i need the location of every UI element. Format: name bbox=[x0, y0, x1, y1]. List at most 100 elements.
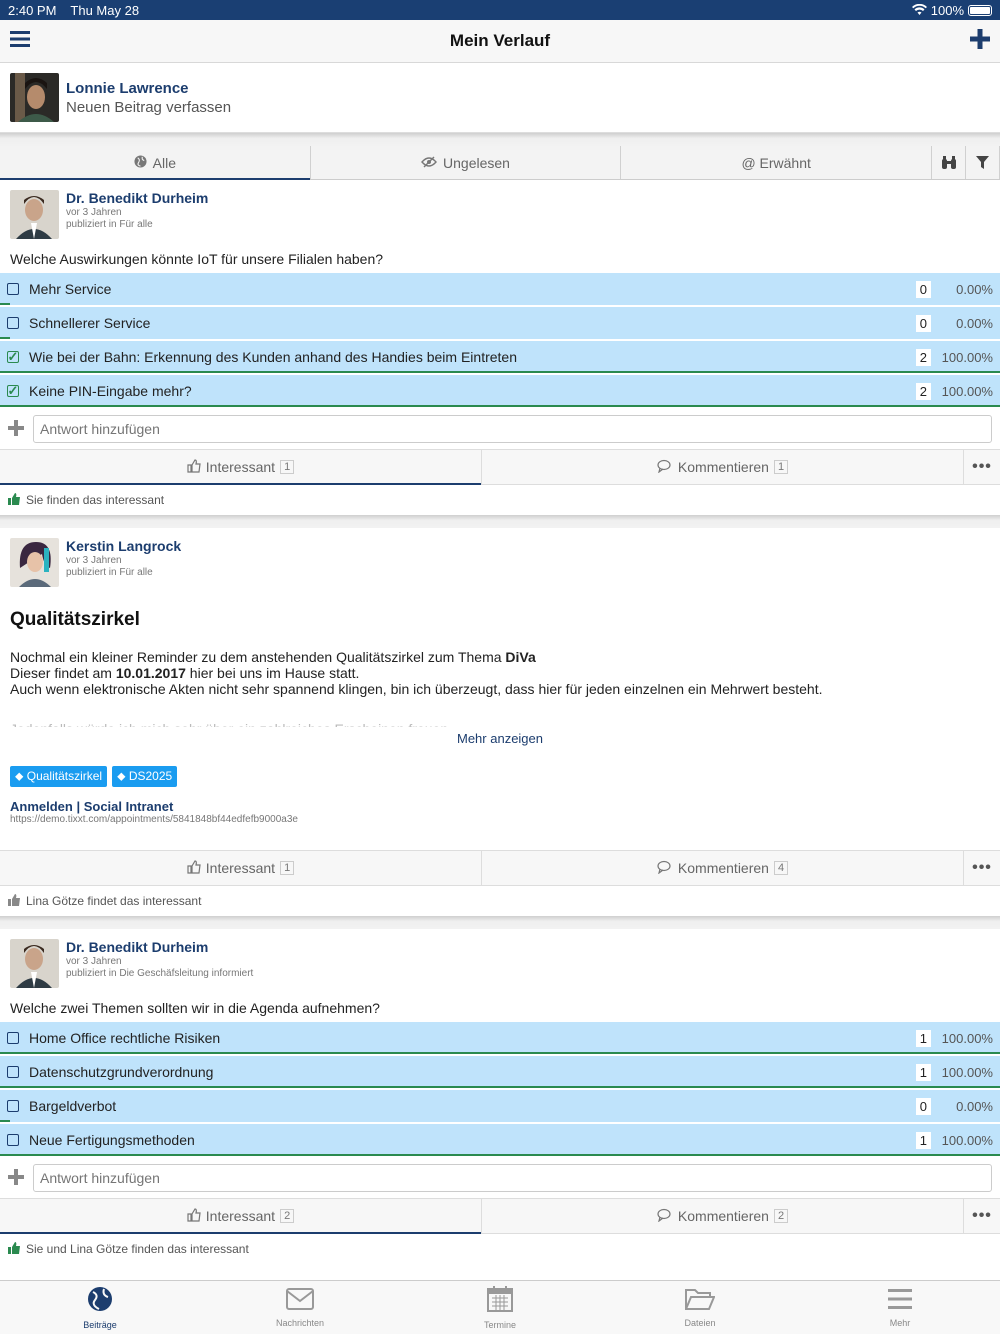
comment-count: 2 bbox=[773, 1209, 789, 1223]
status-bar: 2:40 PM Thu May 28 100% bbox=[0, 0, 1000, 20]
post-time: vor 3 Jahren bbox=[66, 555, 122, 566]
add-answer-input[interactable] bbox=[33, 415, 992, 443]
poll-option-count: 2 bbox=[915, 348, 931, 366]
thumbs-up-icon bbox=[8, 492, 21, 508]
tab-beitraege[interactable]: Beiträge bbox=[0, 1281, 200, 1334]
tab-mehr[interactable]: Mehr bbox=[800, 1281, 1000, 1334]
comment-button[interactable]: Kommentieren 2 bbox=[482, 1199, 964, 1233]
filter-icon[interactable] bbox=[966, 146, 1000, 179]
checkbox-checked-icon[interactable]: ✓ bbox=[7, 383, 19, 398]
like-summary: Lina Götze findet das interessant bbox=[0, 886, 1000, 916]
thumbs-up-icon bbox=[8, 893, 21, 909]
comment-button[interactable]: Kommentieren 4 bbox=[482, 851, 964, 885]
avatar[interactable] bbox=[10, 538, 59, 587]
vote-bar bbox=[0, 1154, 1000, 1156]
tab-bar: Beiträge Nachrichten Termine Dateien Meh… bbox=[0, 1280, 1000, 1334]
vote-bar bbox=[0, 303, 10, 305]
poll-option[interactable]: Mehr Service 0 0.00% bbox=[0, 273, 1000, 305]
vote-bar bbox=[0, 337, 10, 339]
avatar bbox=[10, 73, 59, 122]
calendar-icon bbox=[487, 1285, 513, 1314]
avatar[interactable] bbox=[10, 939, 59, 988]
poll-option[interactable]: Neue Fertigungsmethoden 1 100.00% bbox=[0, 1124, 1000, 1156]
poll-question: Welche zwei Themen sollten wir in die Ag… bbox=[10, 1000, 380, 1016]
eye-slash-icon bbox=[421, 155, 437, 171]
link-title[interactable]: Anmelden | Social Intranet bbox=[10, 799, 990, 814]
tab-nachrichten[interactable]: Nachrichten bbox=[200, 1281, 400, 1334]
checkbox-icon[interactable] bbox=[7, 317, 19, 329]
interesting-count: 1 bbox=[280, 861, 295, 875]
poll-option[interactable]: Home Office rechtliche Risiken 1 100.00% bbox=[0, 1022, 1000, 1054]
link-preview[interactable]: Anmelden | Social Intranet https://demo.… bbox=[0, 799, 1000, 825]
checkbox-icon[interactable] bbox=[7, 1066, 19, 1078]
checkbox-icon[interactable] bbox=[7, 1134, 19, 1146]
filter-unread[interactable]: Ungelesen bbox=[311, 146, 622, 179]
poll-option-count: 1 bbox=[915, 1131, 931, 1149]
plus-icon[interactable] bbox=[8, 416, 33, 442]
poll-option-percent: 0.00% bbox=[956, 281, 993, 297]
checkbox-icon[interactable] bbox=[7, 1100, 19, 1112]
poll-option[interactable]: Bargeldverbot 0 0.00% bbox=[0, 1090, 1000, 1122]
post-actions: Interessant 2 Kommentieren 2 ••• bbox=[0, 1198, 1000, 1234]
poll-option-label: Mehr Service bbox=[29, 281, 112, 297]
poll-option-percent: 100.00% bbox=[941, 1132, 993, 1148]
checkbox-icon[interactable] bbox=[7, 283, 19, 295]
plus-icon[interactable] bbox=[8, 1165, 33, 1191]
more-options-button[interactable]: ••• bbox=[964, 1199, 1000, 1233]
poll-options: Mehr Service 0 0.00% Schnellerer Service 0 0.… bbox=[0, 273, 1000, 407]
interesting-button[interactable]: Interessant 2 bbox=[0, 1199, 482, 1234]
author-name[interactable]: Kerstin Langrock bbox=[66, 538, 181, 555]
vote-bar bbox=[0, 1120, 10, 1122]
poll-question: Welche Auswirkungen könnte IoT für unser… bbox=[10, 251, 384, 267]
filter-bar: Alle Ungelesen @ Erwähnt bbox=[0, 146, 1000, 180]
thumbs-up-icon bbox=[8, 1241, 21, 1257]
add-icon[interactable] bbox=[969, 28, 990, 54]
comment-count: 4 bbox=[773, 861, 789, 875]
compose-user-name[interactable]: Lonnie Lawrence bbox=[66, 80, 231, 97]
compose-prompt[interactable]: Neuen Beitrag verfassen bbox=[66, 99, 231, 116]
binoculars-icon[interactable] bbox=[932, 146, 967, 179]
thumbs-up-icon bbox=[187, 859, 201, 877]
tab-dateien[interactable]: Dateien bbox=[600, 1281, 800, 1334]
poll-option[interactable]: ✓ Keine PIN-Eingabe mehr? 2 100.00% bbox=[0, 375, 1000, 407]
add-answer-input[interactable] bbox=[33, 1164, 992, 1192]
comments-icon bbox=[657, 860, 673, 877]
checkbox-icon[interactable] bbox=[7, 1032, 19, 1044]
poll-option-label: Home Office rechtliche Risiken bbox=[29, 1030, 221, 1046]
add-answer-row bbox=[0, 1158, 1000, 1198]
envelope-icon bbox=[286, 1287, 314, 1312]
menu-icon[interactable] bbox=[10, 30, 30, 53]
comment-button[interactable]: Kommentieren 1 bbox=[482, 450, 964, 484]
poll-option[interactable]: Schnellerer Service 0 0.00% bbox=[0, 307, 1000, 339]
poll-option-percent: 100.00% bbox=[941, 1064, 993, 1080]
filter-all[interactable]: Alle bbox=[0, 146, 311, 180]
poll-option[interactable]: ✓ Wie bei der Bahn: Erkennung des Kunden … bbox=[0, 341, 1000, 373]
poll-option-percent: 100.00% bbox=[941, 349, 993, 365]
link-url: https://demo.tixxt.com/appointments/5841… bbox=[10, 814, 298, 825]
avatar[interactable] bbox=[10, 190, 59, 239]
interesting-button[interactable]: Interessant 1 bbox=[0, 450, 482, 485]
interesting-button[interactable]: Interessant 1 bbox=[0, 851, 482, 885]
folder-open-icon bbox=[684, 1288, 716, 1312]
more-options-button[interactable]: ••• bbox=[964, 450, 1000, 484]
tab-termine[interactable]: Termine bbox=[400, 1281, 600, 1334]
wifi-icon bbox=[911, 3, 927, 18]
vote-bar bbox=[0, 371, 1000, 373]
thumbs-up-icon bbox=[187, 1207, 201, 1225]
show-more-link[interactable]: Mehr anzeigen bbox=[0, 727, 1000, 750]
author-name[interactable]: Dr. Benedikt Durheim bbox=[66, 190, 208, 207]
poll-option-count: 2 bbox=[915, 382, 931, 400]
post-poll-agenda: Dr. Benedikt Durheim vor 3 Jahren publiz… bbox=[0, 929, 1000, 1264]
tag[interactable]: ⬥ DS2025 bbox=[112, 766, 178, 787]
post-poll-iot: Dr. Benedikt Durheim vor 3 Jahren publiz… bbox=[0, 180, 1000, 515]
author-name[interactable]: Dr. Benedikt Durheim bbox=[66, 939, 253, 956]
tag[interactable]: ⬥ Qualitätszirkel bbox=[10, 766, 108, 787]
filter-mentioned[interactable]: @ Erwähnt bbox=[621, 146, 933, 179]
poll-option[interactable]: Datenschutzgrundverordnung 1 100.00% bbox=[0, 1056, 1000, 1088]
more-options-button[interactable]: ••• bbox=[964, 851, 1000, 885]
poll-option-count: 0 bbox=[915, 280, 931, 298]
compose-post[interactable]: Lonnie Lawrence Neuen Beitrag verfassen bbox=[0, 63, 1000, 133]
thumbs-up-icon bbox=[187, 458, 201, 476]
checkbox-checked-icon[interactable]: ✓ bbox=[7, 349, 19, 364]
like-summary: Sie finden das interessant bbox=[0, 485, 1000, 515]
